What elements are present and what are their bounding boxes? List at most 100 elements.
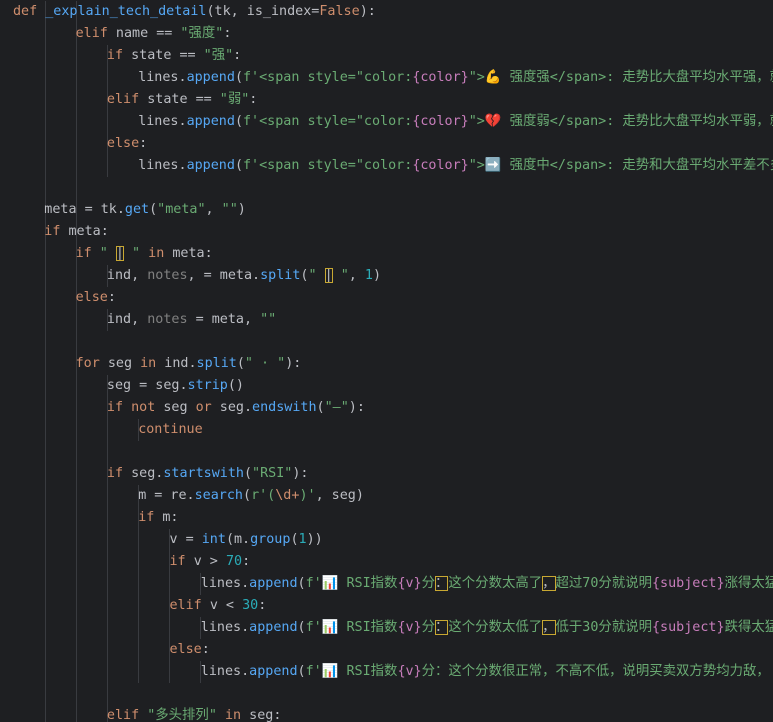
code-token: else bbox=[169, 642, 202, 657]
code-token: ">➡️ 强度中</span>: 走势和大盘平均水平差不多 bbox=[468, 158, 773, 173]
code-line[interactable]: else: bbox=[107, 133, 147, 155]
code-line[interactable]: v = int(m.group(1)) bbox=[170, 529, 323, 551]
code-token: seg bbox=[107, 356, 141, 371]
code-token: : bbox=[139, 136, 148, 151]
code-line[interactable]: continue bbox=[138, 419, 203, 441]
code-line[interactable]: else: bbox=[76, 287, 116, 309]
code-token: | bbox=[324, 268, 333, 283]
code-token: {subject} bbox=[652, 576, 725, 591]
code-line[interactable]: if v > 70: bbox=[170, 551, 251, 573]
code-line[interactable]: if m: bbox=[138, 507, 178, 529]
code-line[interactable]: for seg in ind.split(" · "): bbox=[76, 353, 302, 375]
code-line[interactable]: elif "多头排列" in seg: bbox=[107, 705, 282, 722]
code-token: if bbox=[44, 224, 69, 239]
code-token: seg. bbox=[131, 466, 164, 481]
code-line[interactable]: m = re.search(r'(\d+)', seg) bbox=[138, 485, 364, 507]
code-token: ): bbox=[359, 4, 376, 19]
code-token: if bbox=[75, 246, 100, 261]
code-token: ) bbox=[372, 268, 382, 283]
code-token: (m. bbox=[225, 532, 251, 547]
code-token: meta: bbox=[68, 224, 109, 239]
code-token: " · " bbox=[244, 356, 286, 371]
code-token: : bbox=[107, 290, 116, 305]
code-line[interactable]: else: bbox=[170, 639, 210, 661]
code-token: 这个分数太高了 bbox=[448, 576, 543, 591]
code-token: notes bbox=[147, 312, 188, 327]
code-line[interactable]: lines.append(f'📊 RSI指数{v}分：这个分数太高了，超过70分… bbox=[201, 573, 773, 595]
code-token: 70 bbox=[225, 554, 243, 569]
code-token: search bbox=[194, 488, 243, 503]
code-token: f'<span style="color: bbox=[243, 70, 413, 85]
code-token: if not bbox=[106, 400, 164, 415]
code-token: elif bbox=[169, 598, 210, 613]
code-line[interactable]: if meta: bbox=[44, 221, 109, 243]
code-token: : bbox=[201, 642, 210, 657]
code-token: {color} bbox=[412, 114, 469, 129]
code-line[interactable]: if state == "强": bbox=[107, 45, 241, 67]
code-token: : bbox=[249, 92, 258, 107]
code-token: ( bbox=[297, 576, 306, 591]
code-token: 涨得太猛 bbox=[724, 576, 773, 591]
code-line[interactable]: lines.append(f'📊 RSI指数{v}分：这个分数太低了，低于30分… bbox=[201, 617, 773, 639]
code-token: ， bbox=[542, 576, 556, 591]
code-token: name == bbox=[115, 26, 181, 41]
code-token: r'( bbox=[251, 488, 276, 503]
code-token: "RSI" bbox=[252, 466, 293, 481]
code-line[interactable]: elif name == "强度": bbox=[76, 23, 232, 45]
code-token: lines. bbox=[138, 158, 187, 173]
code-token: {color} bbox=[412, 70, 469, 85]
code-token: v = bbox=[169, 532, 202, 547]
code-token: f'📊 RSI指数 bbox=[305, 620, 398, 635]
code-line[interactable]: lines.append(f'<span style="color:{color… bbox=[138, 111, 773, 133]
code-token: {color} bbox=[412, 158, 469, 173]
code-token: elif bbox=[106, 708, 148, 722]
code-token: ( bbox=[297, 664, 306, 679]
code-line[interactable]: seg = seg.strip() bbox=[107, 375, 244, 397]
code-token: ind. bbox=[164, 356, 197, 371]
indent-guide bbox=[45, 1, 46, 722]
code-line[interactable]: def _explain_tech_detail(tk, is_index=Fa… bbox=[13, 1, 376, 23]
code-token: lines. bbox=[200, 664, 250, 679]
code-line[interactable]: meta = tk.get("meta", "") bbox=[44, 199, 246, 221]
code-token: append bbox=[249, 576, 298, 591]
code-token: append bbox=[249, 664, 298, 679]
code-token: lines. bbox=[200, 620, 250, 635]
code-editor[interactable]: def _explain_tech_detail(tk, is_index=Fa… bbox=[0, 0, 773, 722]
code-line[interactable]: lines.append(f'<span style="color:{color… bbox=[138, 67, 773, 89]
code-line[interactable]: ind, notes = meta, "" bbox=[107, 309, 276, 331]
code-token: ( bbox=[236, 356, 245, 371]
code-token: if bbox=[138, 510, 163, 525]
code-token: if bbox=[106, 48, 132, 63]
code-token: lines. bbox=[200, 576, 250, 591]
code-token: ind, bbox=[106, 268, 148, 283]
code-line[interactable]: ind, notes, = meta.split(" | ", 1) bbox=[107, 265, 381, 287]
code-token: ( bbox=[234, 114, 243, 129]
code-token: f'📊 RSI指数 bbox=[305, 664, 398, 679]
code-token: ) bbox=[237, 202, 246, 217]
code-line[interactable]: if seg.startswith("RSI"): bbox=[107, 463, 309, 485]
code-line[interactable]: lines.append(f'<span style="color:{color… bbox=[138, 155, 773, 177]
code-token: append bbox=[186, 70, 235, 85]
code-line[interactable]: if not seg or seg.endswith("—"): bbox=[107, 397, 365, 419]
code-token: : bbox=[223, 26, 232, 41]
code-token: "meta" bbox=[157, 202, 206, 217]
code-token: state == bbox=[147, 92, 220, 107]
code-token: state == bbox=[131, 48, 204, 63]
code-token: "" bbox=[221, 202, 238, 217]
code-token: ： bbox=[435, 620, 449, 635]
code-line[interactable]: if " | " in meta: bbox=[76, 243, 213, 265]
code-token: "" bbox=[260, 312, 277, 327]
code-token: "多头排列" bbox=[147, 708, 217, 722]
code-token: )) bbox=[306, 532, 323, 547]
code-token: ( bbox=[149, 202, 158, 217]
code-token: ): bbox=[292, 466, 309, 481]
code-token: notes bbox=[147, 268, 188, 283]
code-token: " bbox=[308, 268, 325, 283]
code-token: m = re. bbox=[138, 488, 195, 503]
code-line[interactable]: lines.append(f'📊 RSI指数{v}分：这个分数很正常，不高不低，… bbox=[201, 661, 770, 683]
code-token: startswith bbox=[163, 466, 244, 481]
code-line[interactable]: elif v < 30: bbox=[170, 595, 267, 617]
code-token: "强" bbox=[203, 48, 234, 63]
code-line[interactable]: elif state == "弱": bbox=[107, 89, 257, 111]
code-token: else bbox=[75, 290, 108, 305]
